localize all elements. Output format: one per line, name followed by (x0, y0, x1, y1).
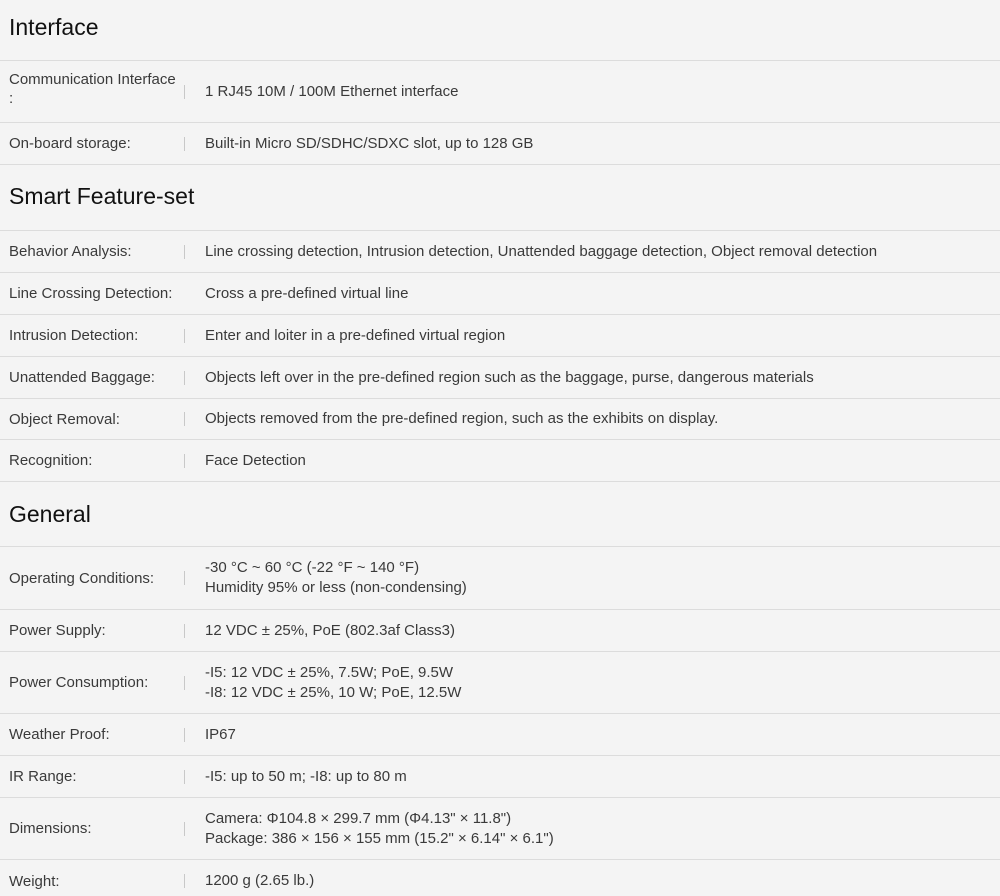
spec-value-line: IP67 (205, 725, 236, 743)
spec-row-behavior-analysis: Behavior Analysis: Line crossing detecti… (0, 230, 1000, 272)
column-divider (184, 328, 185, 343)
spec-row-onboard-storage: On-board storage: Built-in Micro SD/SDHC… (0, 122, 1000, 164)
spec-row-recognition: Recognition: Face Detection (0, 439, 1000, 481)
section-title-general: General (9, 501, 91, 527)
spec-value-line: 1 RJ45 10M / 100M Ethernet interface (205, 82, 459, 100)
column-divider (184, 769, 185, 784)
column-divider (184, 136, 185, 151)
spec-value: Built-in Micro SD/SDHC/SDXC slot, up to … (205, 123, 1000, 164)
spec-value-line: -I5: up to 50 m; -I8: up to 80 m (205, 767, 407, 785)
spec-value-line: Humidity 95% or less (non-condensing) (205, 579, 467, 596)
spec-label: Weight: (9, 872, 60, 890)
spec-value-line: 1200 g (2.65 lb.) (205, 872, 315, 889)
spec-value-line: Objects removed from the pre-defined reg… (205, 410, 719, 427)
column-divider (184, 821, 185, 836)
spec-row-object-removal: Object Removal: Objects removed from the… (0, 398, 1000, 439)
spec-label: Recognition: (9, 452, 93, 469)
spec-value-line: Package: 386 × 156 × 155 mm (15.2" × 6.1… (205, 829, 554, 847)
spec-label: Power Supply: (9, 622, 106, 639)
spec-value: Enter and loiter in a pre-defined virtua… (205, 315, 1000, 356)
spec-value: -30 °C ~ 60 °C (-22 °F ~ 140 °F) Humidit… (205, 547, 1000, 609)
spec-value: Objects left over in the pre-defined reg… (205, 357, 1000, 398)
spec-row-ir-range: IR Range: -I5: up to 50 m; -I8: up to 80… (0, 755, 1000, 797)
spec-value: IP67 (205, 714, 1000, 755)
spec-value: Face Detection (205, 440, 1000, 481)
spec-row-power-supply: Power Supply: 12 VDC ± 25%, PoE (802.3af… (0, 609, 1000, 651)
spec-value: Line crossing detection, Intrusion detec… (205, 231, 1000, 272)
column-divider (184, 623, 185, 638)
spec-value-line: Cross a pre-defined virtual line (205, 284, 409, 302)
spec-row-intrusion-detection: Intrusion Detection: Enter and loiter in… (0, 314, 1000, 356)
spec-value-line: 12 VDC ± 25%, PoE (802.3af Class3) (205, 621, 456, 639)
section-title-interface: Interface (9, 14, 99, 40)
spec-value: 1 RJ45 10M / 100M Ethernet interface (205, 61, 1000, 122)
spec-value-line: Camera: Φ104.8 × 299.7 mm (Φ4.13" × 11.8… (205, 809, 512, 827)
column-divider (184, 727, 185, 742)
spec-label: Intrusion Detection: (9, 327, 139, 344)
spec-label: Communication Interface : (9, 61, 187, 122)
spec-value: Cross a pre-defined virtual line (205, 273, 1000, 314)
spec-label: Line Crossing Detection: (9, 285, 173, 302)
spec-value: Camera: Φ104.8 × 299.7 mm (Φ4.13" × 11.8… (205, 798, 1000, 859)
column-divider (184, 453, 185, 468)
column-divider (184, 571, 185, 585)
spec-value-line: Face Detection (205, 451, 306, 469)
spec-value: 12 VDC ± 25%, PoE (802.3af Class3) (205, 610, 1000, 651)
spec-label: On-board storage: (9, 135, 131, 152)
spec-label: Operating Conditions: (9, 569, 155, 587)
spec-row-operating-conditions: Operating Conditions: -30 °C ~ 60 °C (-2… (0, 546, 1000, 609)
section-title-smart-feature-set: Smart Feature-set (9, 183, 195, 209)
divider-line (0, 481, 1000, 482)
spec-label: Unattended Baggage: (9, 369, 155, 386)
spec-value-line: Line crossing detection, Intrusion detec… (205, 242, 878, 260)
spec-label: Behavior Analysis: (9, 243, 132, 260)
spec-value-line: -I8: 12 VDC ± 25%, 10 W; PoE, 12.5W (205, 683, 462, 701)
spec-value-line: -30 °C ~ 60 °C (-22 °F ~ 140 °F) (205, 559, 420, 576)
spec-value: 1200 g (2.65 lb.) (205, 860, 1000, 896)
column-divider (184, 244, 185, 259)
spec-value-line: Built-in Micro SD/SDHC/SDXC slot, up to … (205, 134, 534, 152)
spec-value-line: Enter and loiter in a pre-defined virtua… (205, 326, 506, 344)
divider-line (0, 164, 1000, 165)
spec-label: Weather Proof: (9, 726, 110, 743)
spec-row-power-consumption: Power Consumption: -I5: 12 VDC ± 25%, 7.… (0, 651, 1000, 713)
spec-value: -I5: up to 50 m; -I8: up to 80 m (205, 756, 1000, 797)
spec-row-line-crossing-detection: Line Crossing Detection: Cross a pre-def… (0, 272, 1000, 314)
spec-label: Power Consumption: (9, 674, 149, 691)
spec-row-communication-interface: Communication Interface : 1 RJ45 10M / 1… (0, 60, 1000, 122)
spec-row-unattended-baggage: Unattended Baggage: Objects left over in… (0, 356, 1000, 398)
spec-value: -I5: 12 VDC ± 25%, 7.5W; PoE, 9.5W -I8: … (205, 652, 1000, 713)
column-divider (184, 874, 185, 888)
spec-label: Dimensions: (9, 820, 92, 837)
spec-label-text: Communication Interface (9, 71, 176, 88)
column-divider (184, 370, 185, 385)
column-divider (184, 412, 185, 426)
spec-value-line: Objects left over in the pre-defined reg… (205, 368, 814, 386)
spec-label-colon: : (9, 90, 14, 107)
column-divider (184, 675, 185, 690)
spec-value: Objects removed from the pre-defined reg… (205, 399, 1000, 439)
spec-label: Object Removal: (9, 410, 120, 428)
spec-row-dimensions: Dimensions: Camera: Φ104.8 × 299.7 mm (Φ… (0, 797, 1000, 859)
spec-row-weather-proof: Weather Proof: IP67 (0, 713, 1000, 755)
spec-label: IR Range: (9, 768, 77, 785)
column-divider (184, 84, 185, 99)
spec-row-weight: Weight: 1200 g (2.65 lb.) (0, 859, 1000, 896)
spec-value-line: -I5: 12 VDC ± 25%, 7.5W; PoE, 9.5W (205, 663, 454, 681)
